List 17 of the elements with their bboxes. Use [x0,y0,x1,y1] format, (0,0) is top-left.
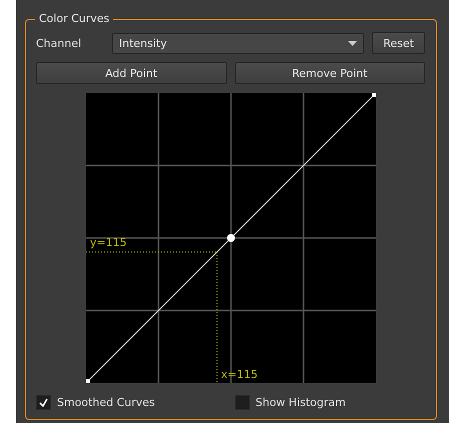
channel-dropdown[interactable]: Intensity [112,32,364,54]
channel-label: Channel [36,36,82,50]
add-point-button[interactable]: Add Point [36,62,226,84]
cursor-x-label: x=115 [221,369,258,381]
checkbox-label: Show Histogram [256,396,346,409]
curve-point[interactable] [227,234,235,242]
caret-icon [348,40,358,46]
end-handle[interactable] [86,379,90,383]
cursor-y-label: y=115 [90,237,127,249]
end-handle[interactable] [372,93,376,97]
check-icon [39,398,48,407]
remove-point-button[interactable]: Remove Point [234,62,425,84]
reset-button[interactable]: Reset [372,32,425,54]
checkbox[interactable] [234,395,250,410]
curve-editor[interactable]: y=115 x=115 [86,93,376,383]
checkbox-label: Smoothed Curves [57,396,155,409]
checkbox[interactable] [36,395,51,410]
